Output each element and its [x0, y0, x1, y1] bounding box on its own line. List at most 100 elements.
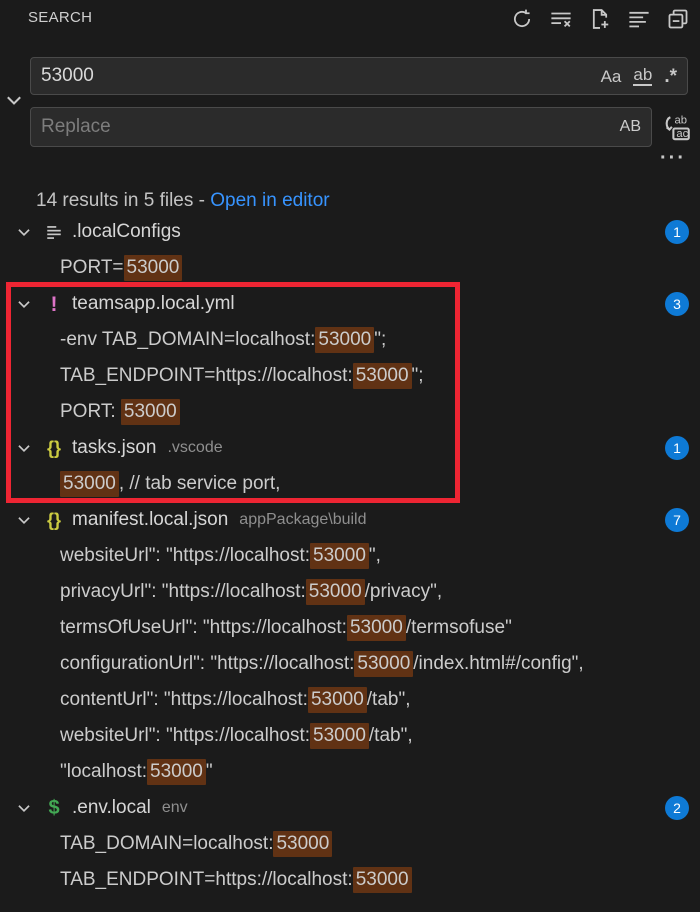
- match-row[interactable]: TAB_ENDPOINT=https://localhost: 53000: [0, 862, 700, 898]
- chevron-down-icon[interactable]: [13, 797, 35, 819]
- match-pre-text: -env TAB_DOMAIN=localhost:: [60, 329, 316, 350]
- file-row[interactable]: $ .env.local env 2: [0, 790, 700, 826]
- match-pre-text: TAB_ENDPOINT=https://localhost:: [60, 869, 353, 890]
- match-count-badge: 3: [665, 292, 689, 316]
- match-highlight: 53000: [352, 867, 412, 893]
- results-list: .localConfigs 1 PORT= 53000! teamsapp.local.…: [0, 214, 700, 898]
- chevron-down-icon[interactable]: [13, 437, 35, 459]
- match-row[interactable]: PORT= 53000: [0, 250, 700, 286]
- file-row[interactable]: {} manifest.local.json appPackage\build 7: [0, 502, 700, 538]
- file-path: .vscode: [167, 439, 223, 456]
- match-row[interactable]: configurationUrl": "https://localhost: 53…: [0, 646, 700, 682]
- match-row[interactable]: TAB_DOMAIN=localhost: 53000: [0, 826, 700, 862]
- results-summary: 14 results in 5 files -: [36, 190, 211, 211]
- match-highlight: 53000: [315, 327, 375, 353]
- preserve-case-icon[interactable]: AB: [620, 119, 641, 135]
- match-pre-text: websiteUrl": "https://localhost:: [60, 545, 311, 566]
- file-row[interactable]: {} tasks.json .vscode 1: [0, 430, 700, 466]
- match-post-text: /privacy",: [364, 581, 443, 602]
- replace-placeholder: Replace: [41, 116, 111, 137]
- match-post-text: /tab",: [368, 725, 413, 746]
- file-name: tasks.json: [72, 437, 157, 458]
- match-post-text: /tab",: [366, 689, 411, 710]
- chevron-down-icon[interactable]: [13, 509, 35, 531]
- json-braces-icon: {}: [46, 509, 61, 530]
- replace-input[interactable]: Replace AB: [30, 107, 652, 147]
- match-row[interactable]: PORT: 53000: [0, 394, 700, 430]
- file-name: manifest.local.json: [72, 509, 229, 530]
- match-pre-text: TAB_ENDPOINT=https://localhost:: [60, 365, 353, 386]
- match-row[interactable]: 53000, // tab service port,: [0, 466, 700, 502]
- search-panel-titlebar: SEARCH: [0, 0, 700, 40]
- file-row[interactable]: ! teamsapp.local.yml 3: [0, 286, 700, 322]
- match-row[interactable]: TAB_ENDPOINT=https://localhost: 53000 ";: [0, 358, 700, 394]
- open-in-editor-link[interactable]: Open in editor: [210, 190, 329, 211]
- match-count-badge: 1: [665, 436, 689, 460]
- match-post-text: /index.html#/config",: [413, 653, 584, 674]
- match-highlight: 53000: [310, 723, 369, 749]
- search-input[interactable]: 53000 Aa ab .*: [30, 57, 688, 95]
- toggle-replace-chevron-icon[interactable]: [3, 89, 25, 111]
- yaml-exclamation-icon: !: [50, 292, 58, 316]
- regex-icon[interactable]: .*: [664, 67, 677, 86]
- more-actions-icon[interactable]: ···: [660, 148, 686, 168]
- match-pre-text: TAB_DOMAIN=localhost:: [60, 833, 274, 854]
- file-name: .env.local: [72, 797, 151, 818]
- match-pre-text: contentUrl": "https://localhost:: [60, 689, 308, 710]
- match-highlight: 53000: [273, 831, 333, 857]
- match-case-icon[interactable]: Aa: [601, 68, 622, 85]
- match-pre-text: "localhost:: [60, 761, 148, 782]
- file-row[interactable]: .localConfigs 1: [0, 214, 700, 250]
- match-post-text: ": [205, 761, 213, 782]
- search-query: 53000: [41, 65, 94, 86]
- match-pre-text: privacyUrl": "https://localhost:: [60, 581, 306, 602]
- match-row[interactable]: termsOfUseUrl": "https://localhost: 53000…: [0, 610, 700, 646]
- file-path: appPackage\build: [239, 511, 367, 528]
- match-highlight: 53000: [120, 399, 180, 425]
- match-highlight: 53000: [60, 471, 119, 497]
- match-highlight: 53000: [346, 615, 406, 641]
- collapse-all-icon[interactable]: [666, 7, 690, 31]
- match-post-text: ",: [368, 545, 381, 566]
- chevron-down-icon[interactable]: [13, 221, 35, 243]
- match-pre-text: PORT:: [60, 401, 121, 422]
- match-pre-text: configurationUrl": "https://localhost:: [60, 653, 355, 674]
- match-row[interactable]: privacyUrl": "https://localhost: 53000/pr…: [0, 574, 700, 610]
- match-highlight: 53000: [307, 687, 367, 713]
- match-post-text: , // tab service port,: [118, 473, 281, 494]
- match-pre-text: termsOfUseUrl": "https://localhost:: [60, 617, 347, 638]
- match-row[interactable]: websiteUrl": "https://localhost: 53000/ta…: [0, 718, 700, 754]
- replace-all-icon[interactable]: ab ac: [661, 112, 691, 142]
- match-count-badge: 2: [665, 796, 689, 820]
- file-path: env: [161, 799, 188, 816]
- svg-text:ab: ab: [675, 115, 688, 127]
- match-row[interactable]: "localhost: 53000 ": [0, 754, 700, 790]
- match-row[interactable]: -env TAB_DOMAIN=localhost: 53000 ";: [0, 322, 700, 358]
- match-post-text: ";: [411, 365, 424, 386]
- open-new-search-editor-icon[interactable]: [588, 7, 612, 31]
- chevron-down-icon[interactable]: [13, 293, 35, 315]
- panel-title: SEARCH: [28, 9, 93, 26]
- file-name: .localConfigs: [72, 221, 181, 242]
- match-post-text: ";: [374, 329, 387, 350]
- match-row[interactable]: websiteUrl": "https://localhost: 53000 ",: [0, 538, 700, 574]
- json-braces-icon: {}: [46, 437, 61, 458]
- refresh-icon[interactable]: [510, 7, 534, 31]
- match-highlight: 53000: [123, 255, 183, 281]
- match-highlight: 53000: [147, 759, 206, 785]
- match-count-badge: 1: [665, 220, 689, 244]
- title-actions: [510, 7, 690, 31]
- env-dollar-icon: $: [48, 797, 60, 819]
- file-lines-icon: [41, 223, 67, 242]
- clear-search-results-icon[interactable]: [549, 7, 573, 31]
- match-row[interactable]: contentUrl": "https://localhost: 53000/ta…: [0, 682, 700, 718]
- view-as-list-icon[interactable]: [627, 7, 651, 31]
- svg-text:ac: ac: [676, 128, 688, 140]
- match-highlight: 53000: [310, 543, 369, 569]
- match-highlight: 53000: [352, 363, 412, 389]
- match-pre-text: websiteUrl": "https://localhost:: [60, 725, 311, 746]
- results-summary-line: 14 results in 5 files - Open in editor: [36, 190, 330, 212]
- match-highlight: 53000: [354, 651, 414, 677]
- match-post-text: /termsofuse": [405, 617, 512, 638]
- whole-word-icon[interactable]: ab: [633, 66, 653, 86]
